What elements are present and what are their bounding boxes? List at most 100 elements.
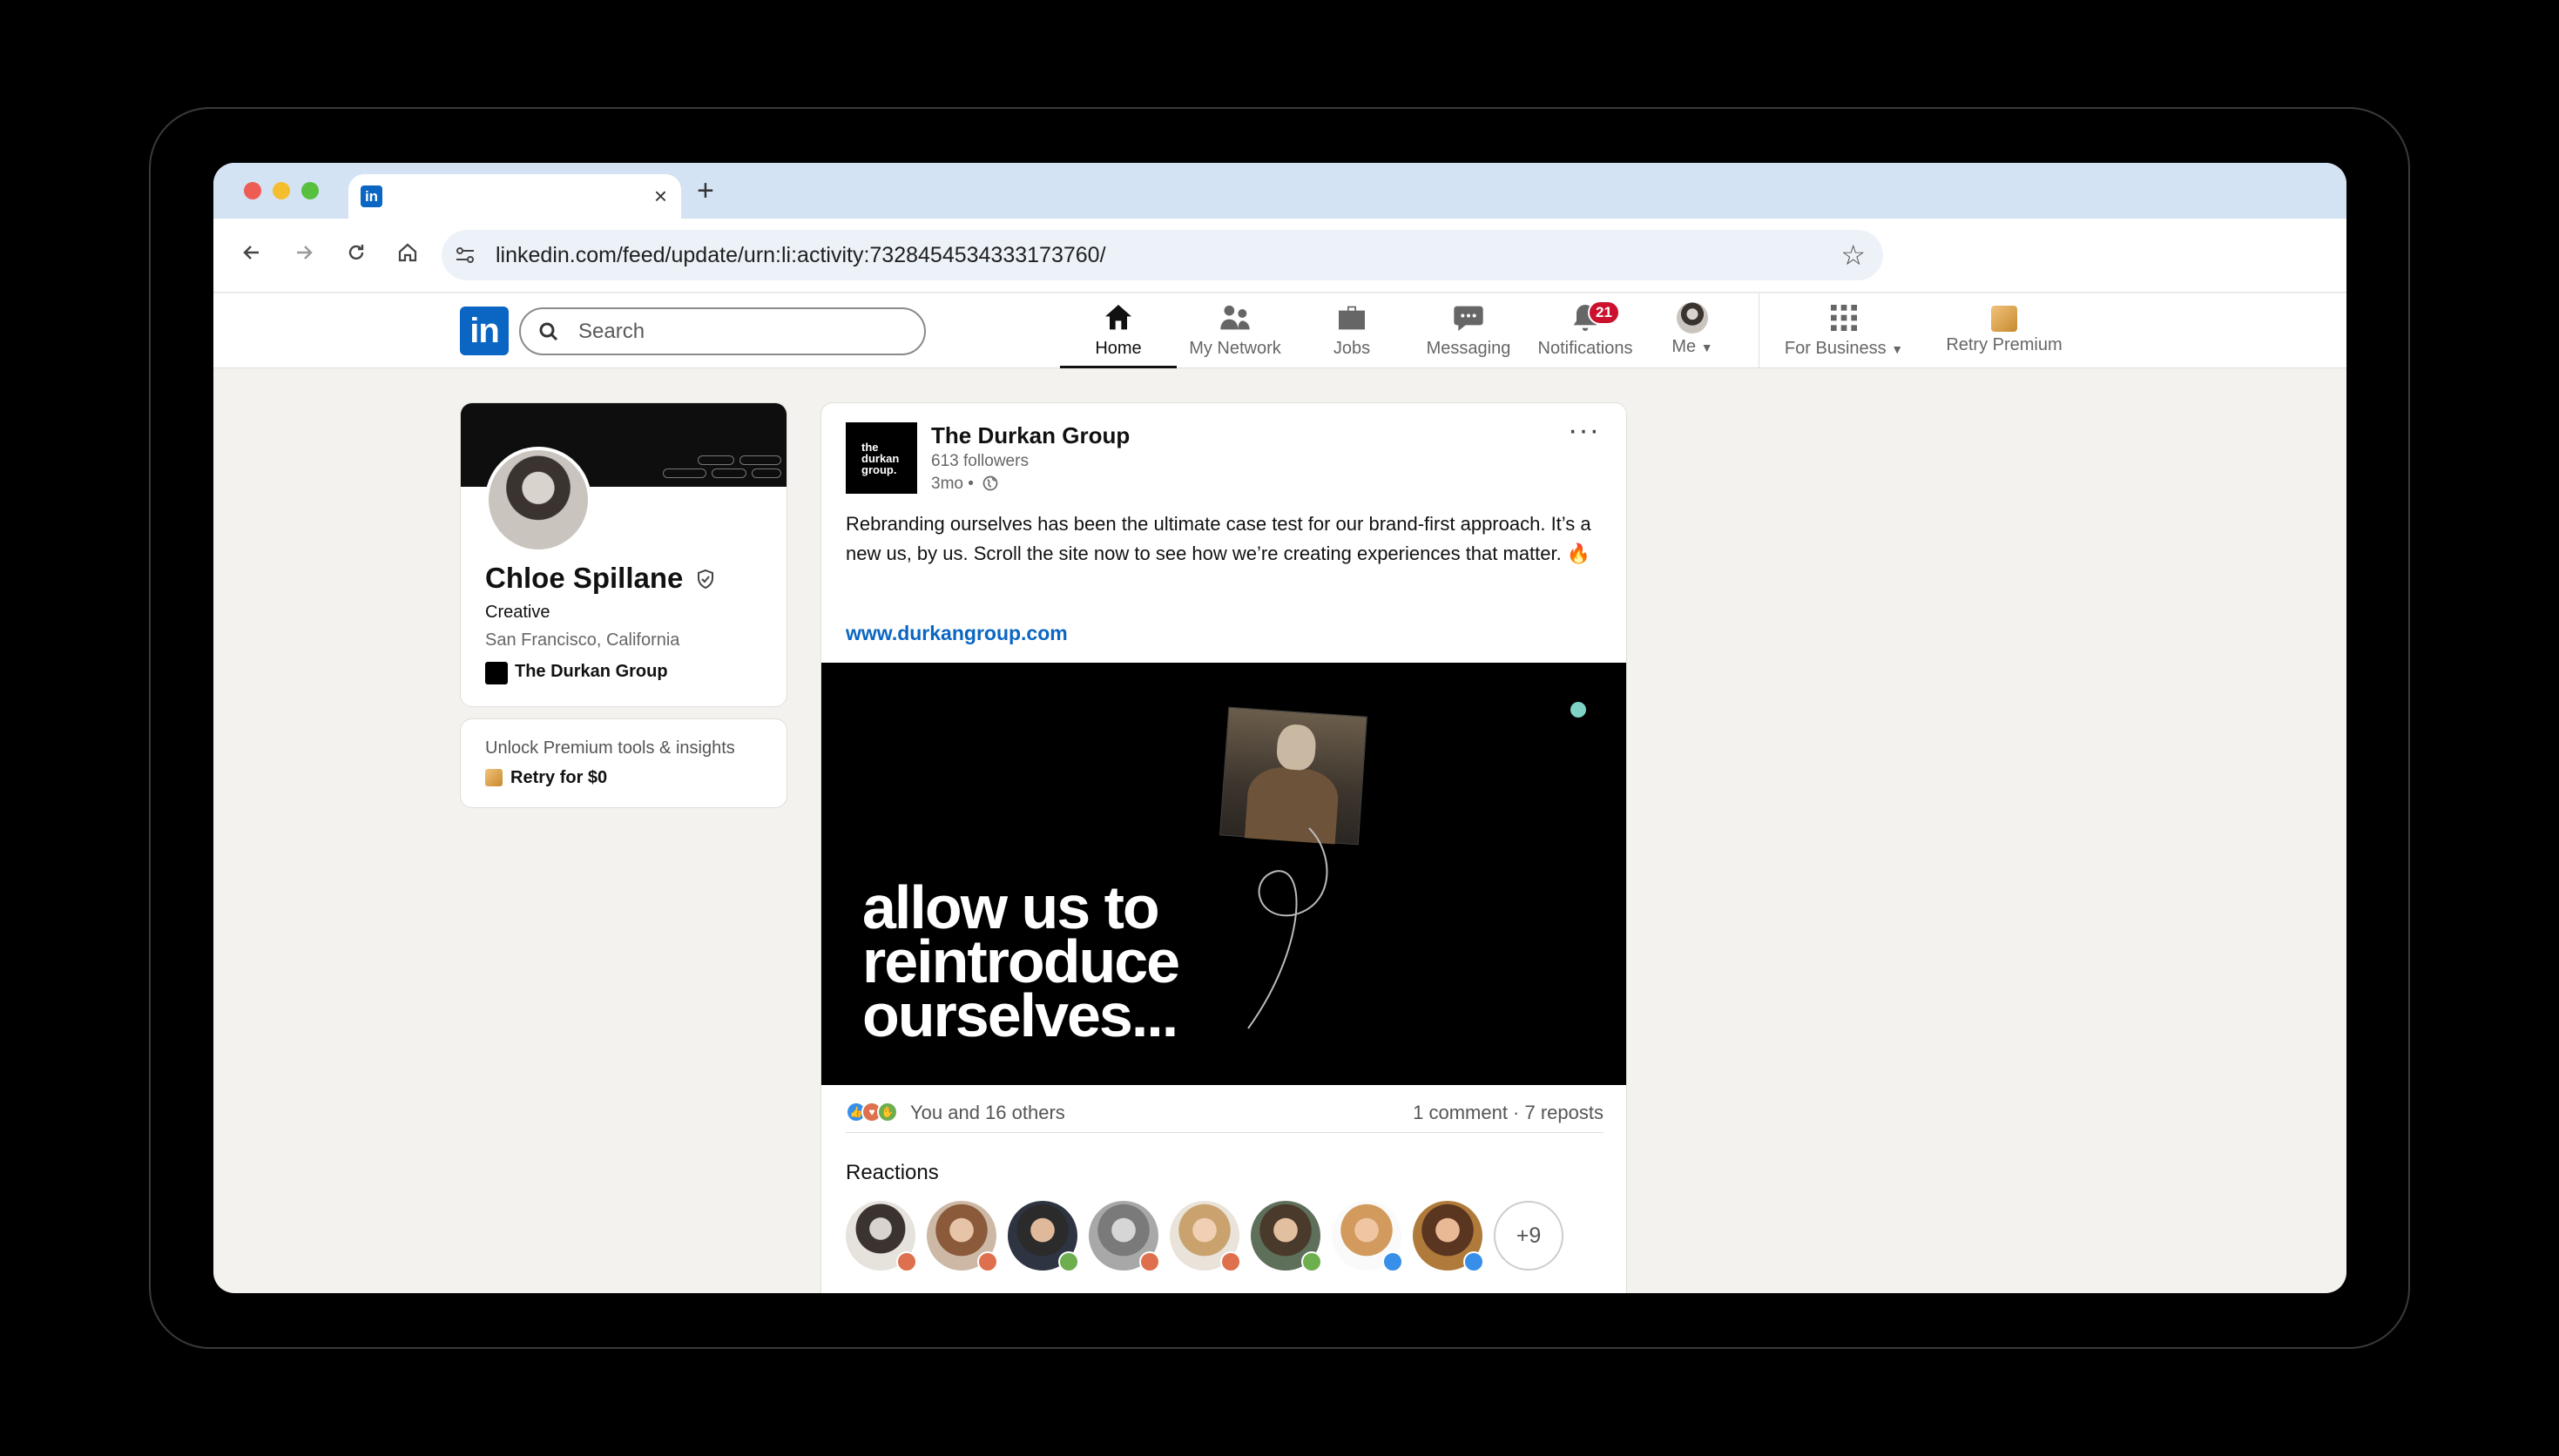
network-icon <box>1220 305 1250 330</box>
support-reaction-icon: ✋ <box>877 1102 898 1122</box>
media-dot <box>1570 702 1586 718</box>
reactors-list: +9 <box>846 1201 1612 1274</box>
support-reaction-icon <box>1301 1251 1322 1272</box>
profile-name[interactable]: Chloe Spillane <box>485 562 683 594</box>
reactions-summary[interactable]: You and 16 others <box>910 1102 1065 1124</box>
bookmark-star-icon[interactable]: ☆ <box>1840 239 1866 272</box>
like-reaction-icon <box>1463 1251 1484 1272</box>
like-reaction-icon <box>1382 1251 1403 1272</box>
nav-my-network-label: My Network <box>1189 339 1281 358</box>
reactor-avatar[interactable] <box>846 1201 917 1272</box>
forward-button[interactable] <box>288 239 320 271</box>
home-outline-icon <box>398 243 417 262</box>
tab-strip: in × + <box>213 163 2346 219</box>
new-tab-button[interactable]: + <box>697 175 714 206</box>
verified-shield-icon <box>697 569 713 590</box>
browser-toolbar: linkedin.com/feed/update/urn:li:activity… <box>213 219 2346 293</box>
close-window-button[interactable] <box>244 182 261 199</box>
premium-icon <box>1991 306 2017 332</box>
back-arrow-icon <box>243 246 259 260</box>
love-reaction-icon <box>1220 1251 1241 1272</box>
post-card: the durkan group. The Durkan Group 613 f… <box>820 402 1627 1293</box>
linkedin-nav: in Home My Network Jobs Messaging 21 Not… <box>213 293 2346 368</box>
home-icon <box>1105 305 1131 330</box>
url-text[interactable]: linkedin.com/feed/update/urn:li:activity… <box>496 243 1106 268</box>
media-curve <box>1247 827 1328 1029</box>
chevron-down-icon: ▼ <box>1891 342 1904 356</box>
nav-home[interactable]: Home <box>1060 300 1177 368</box>
search-icon <box>539 322 558 341</box>
retry-premium-link[interactable]: Retry for $0 <box>510 768 607 788</box>
reactor-avatar[interactable] <box>927 1201 998 1272</box>
profile-headline: Creative <box>485 603 550 622</box>
grid-icon <box>1831 305 1857 331</box>
support-reaction-icon <box>1058 1251 1079 1272</box>
home-button[interactable] <box>392 239 423 271</box>
reactor-avatar[interactable] <box>1251 1201 1322 1272</box>
organization-logo <box>485 662 508 684</box>
post-media[interactable]: allow us to reintroduce ourselves... <box>821 663 1626 1085</box>
reload-button[interactable] <box>341 239 372 271</box>
nav-retry-premium[interactable]: Retry Premium <box>1933 300 2076 368</box>
reactor-avatar[interactable] <box>1008 1201 1079 1272</box>
more-reactors-button[interactable]: +9 <box>1494 1201 1563 1271</box>
address-bar[interactable]: linkedin.com/feed/update/urn:li:activity… <box>442 230 1883 280</box>
nav-for-business-label: For Business <box>1784 339 1887 358</box>
love-reaction-icon <box>896 1251 917 1272</box>
linkedin-logo[interactable]: in <box>460 307 509 355</box>
profile-location: San Francisco, California <box>485 630 680 650</box>
site-settings-icon <box>456 247 474 263</box>
social-counts: 👍 ♥ ✋ You and 16 others 1 comment · 7 re… <box>846 1098 1604 1133</box>
comments-reposts[interactable]: 1 comment · 7 reposts <box>1413 1102 1604 1124</box>
love-reaction-icon <box>977 1251 998 1272</box>
browser-tab[interactable]: in × <box>348 174 681 219</box>
more-options-icon[interactable]: ··· <box>1568 414 1600 448</box>
reload-icon <box>348 245 364 260</box>
reaction-icons[interactable]: 👍 ♥ ✋ <box>846 1102 907 1124</box>
post-followers: 613 followers <box>931 452 1029 470</box>
notifications-badge: 21 <box>1588 300 1620 325</box>
nav-home-label: Home <box>1095 339 1142 358</box>
avatar[interactable] <box>485 447 591 553</box>
chevron-down-icon: ▼ <box>1700 340 1713 354</box>
nav-jobs[interactable]: Jobs <box>1293 300 1410 368</box>
profile-card[interactable]: Chloe Spillane Creative San Francisco, C… <box>460 402 787 707</box>
tab-close-icon[interactable]: × <box>654 184 667 208</box>
nav-messaging-label: Messaging <box>1426 339 1511 358</box>
nav-notifications[interactable]: 21 Notifications <box>1527 300 1644 368</box>
nav-me-label: Me <box>1671 337 1697 356</box>
search-input[interactable] <box>578 318 909 346</box>
browser-window: in × + linkedin.com/feed/update/urn:li:a… <box>213 163 2346 1293</box>
nav-retry-premium-label: Retry Premium <box>1946 335 2063 354</box>
back-button[interactable] <box>236 239 267 271</box>
messaging-icon <box>1454 306 1483 331</box>
media-headline: allow us to reintroduce ourselves... <box>862 873 1180 1049</box>
forward-arrow-icon <box>297 246 313 260</box>
nav-for-business[interactable]: For Business ▼ <box>1772 300 1915 368</box>
briefcase-icon <box>1339 306 1365 330</box>
search-box[interactable] <box>519 307 926 355</box>
profile-organization[interactable]: The Durkan Group <box>515 662 668 682</box>
minimize-window-button[interactable] <box>273 182 290 199</box>
reactions-title: Reactions <box>846 1161 939 1184</box>
reactor-avatar[interactable] <box>1413 1201 1484 1272</box>
nav-jobs-label: Jobs <box>1333 339 1371 358</box>
post-link[interactable]: www.durkangroup.com <box>846 622 1068 645</box>
me-avatar <box>1677 302 1708 334</box>
globe-icon <box>982 475 998 491</box>
post-timestamp: 3mo • <box>931 475 974 493</box>
linkedin-icon: in <box>361 185 382 207</box>
maximize-window-button[interactable] <box>301 182 319 199</box>
reactor-avatar[interactable] <box>1170 1201 1241 1272</box>
post-body: Rebranding ourselves has been the ultima… <box>846 513 1591 564</box>
reactor-avatar[interactable] <box>1332 1201 1403 1272</box>
nav-messaging[interactable]: Messaging <box>1410 300 1527 368</box>
nav-my-network[interactable]: My Network <box>1177 300 1293 368</box>
nav-me[interactable]: Me ▼ <box>1644 300 1741 368</box>
post-author[interactable]: The Durkan Group <box>931 422 1130 449</box>
premium-card[interactable]: Unlock Premium tools & insights Retry fo… <box>460 718 787 808</box>
premium-icon <box>485 769 503 786</box>
company-logo[interactable]: the durkan group. <box>846 422 917 494</box>
reactor-avatar[interactable] <box>1089 1201 1160 1272</box>
love-reaction-icon <box>1139 1251 1160 1272</box>
